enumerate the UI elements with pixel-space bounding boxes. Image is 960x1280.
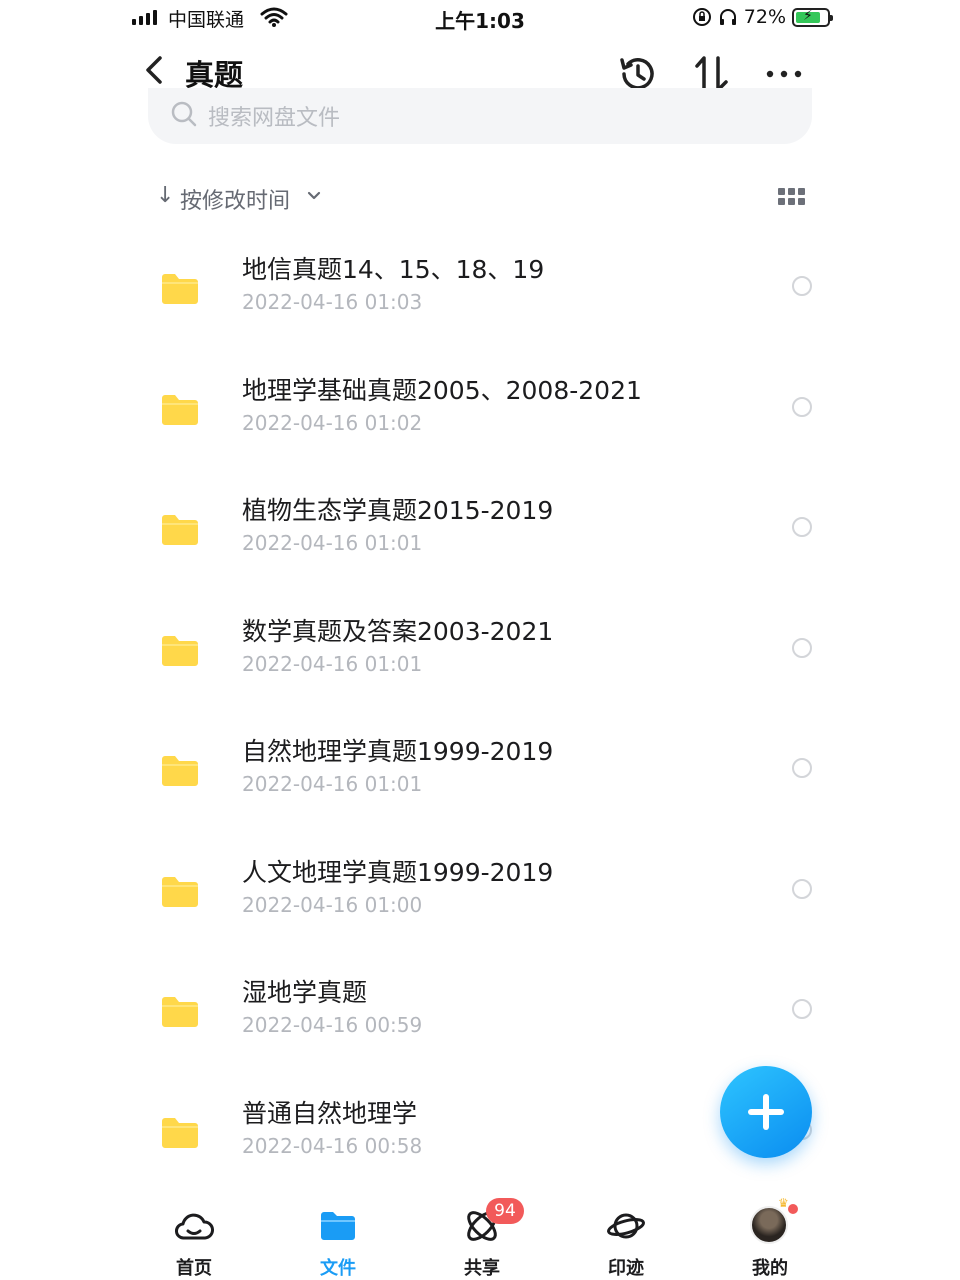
file-name: 数学真题及答案2003-2021	[242, 617, 554, 646]
file-name: 地信真题14、15、18、19	[242, 255, 545, 284]
file-list-item[interactable]: 地信真题14、15、18、19 2022-04-16 01:03	[130, 236, 830, 346]
grid-view-icon[interactable]	[778, 188, 805, 205]
file-name: 自然地理学真题1999-2019	[242, 737, 554, 766]
tab-profile[interactable]: ♛ 我的	[710, 1188, 830, 1279]
tab-label: 我的	[752, 1258, 788, 1279]
folder-icon	[162, 997, 198, 1027]
file-date: 2022-04-16 01:01	[242, 531, 423, 555]
folder-icon	[162, 877, 198, 907]
select-radio[interactable]	[792, 397, 812, 417]
chevron-down-icon[interactable]	[306, 190, 322, 202]
bottom-tab-bar: 首页 文件 94 共享 印迹 ♛ 我的	[130, 1188, 830, 1280]
file-name: 普通自然地理学	[242, 1099, 418, 1128]
notification-dot	[786, 1202, 800, 1216]
file-date: 2022-04-16 01:00	[242, 893, 423, 917]
status-bar: 中国联通 上午1:03 72% ⚡	[130, 0, 833, 36]
file-list-item[interactable]: 植物生态学真题2015-2019 2022-04-16 01:01	[130, 477, 830, 587]
back-chevron-icon[interactable]	[138, 50, 174, 90]
headphones-icon	[719, 9, 736, 25]
tab-home[interactable]: 首页	[134, 1188, 254, 1279]
search-icon	[171, 101, 197, 127]
search-bar[interactable]: 搜索网盘文件	[148, 88, 812, 144]
folder-icon	[162, 395, 198, 425]
select-radio[interactable]	[792, 638, 812, 658]
orientation-lock-icon	[692, 8, 711, 26]
file-date: 2022-04-16 01:02	[242, 411, 423, 435]
select-radio[interactable]	[792, 999, 812, 1019]
select-radio[interactable]	[792, 517, 812, 537]
app-screen: 中国联通 上午1:03 72% ⚡ 真题 搜索网盘文件 ↓ 按修改时间 地信真题…	[130, 0, 833, 1280]
tab-share[interactable]: 94 共享	[422, 1188, 542, 1279]
file-date: 2022-04-16 01:01	[242, 772, 423, 796]
file-name: 人文地理学真题1999-2019	[242, 858, 554, 887]
tab-label: 文件	[320, 1258, 356, 1279]
folder-icon	[321, 1212, 355, 1240]
folder-icon	[162, 274, 198, 304]
battery-percent: 72%	[743, 6, 786, 28]
file-name: 湿地学真题	[242, 978, 368, 1007]
file-list-item[interactable]: 地理学基础真题2005、2008-2021 2022-04-16 01:02	[130, 357, 830, 467]
add-button[interactable]	[720, 1066, 812, 1158]
folder-icon	[162, 515, 198, 545]
file-date: 2022-04-16 00:58	[242, 1134, 423, 1158]
select-radio[interactable]	[792, 758, 812, 778]
file-list-item[interactable]: 湿地学真题 2022-04-16 00:59	[130, 959, 830, 1069]
file-list-item[interactable]: 人文地理学真题1999-2019 2022-04-16 01:00	[130, 839, 830, 949]
file-name: 地理学基础真题2005、2008-2021	[242, 376, 642, 405]
file-list-item[interactable]: 数学真题及答案2003-2021 2022-04-16 01:01	[130, 598, 830, 708]
sort-bar: ↓ 按修改时间	[130, 178, 830, 218]
file-date: 2022-04-16 00:59	[242, 1013, 423, 1037]
notification-badge: 94	[486, 1198, 524, 1224]
avatar	[750, 1206, 788, 1244]
battery-icon: ⚡	[792, 7, 833, 27]
select-radio[interactable]	[792, 879, 812, 899]
file-list-item[interactable]: 自然地理学真题1999-2019 2022-04-16 01:01	[130, 718, 830, 828]
tab-label: 首页	[176, 1258, 212, 1279]
folder-icon	[162, 1118, 198, 1148]
tab-label: 印迹	[608, 1258, 644, 1279]
file-name: 植物生态学真题2015-2019	[242, 496, 554, 525]
file-date: 2022-04-16 01:03	[242, 290, 423, 314]
tab-files[interactable]: 文件	[278, 1188, 398, 1279]
tab-label: 共享	[464, 1258, 500, 1279]
cloud-home-icon	[175, 1213, 214, 1240]
folder-icon	[162, 756, 198, 786]
sort-dropdown[interactable]: 按修改时间	[180, 183, 290, 215]
tab-traces[interactable]: 印迹	[566, 1188, 686, 1279]
file-date: 2022-04-16 01:01	[242, 652, 423, 676]
folder-icon	[162, 636, 198, 666]
sort-direction-icon[interactable]: ↓	[156, 183, 174, 208]
planet-icon	[607, 1213, 645, 1239]
select-radio[interactable]	[792, 276, 812, 296]
search-placeholder: 搜索网盘文件	[208, 106, 341, 131]
